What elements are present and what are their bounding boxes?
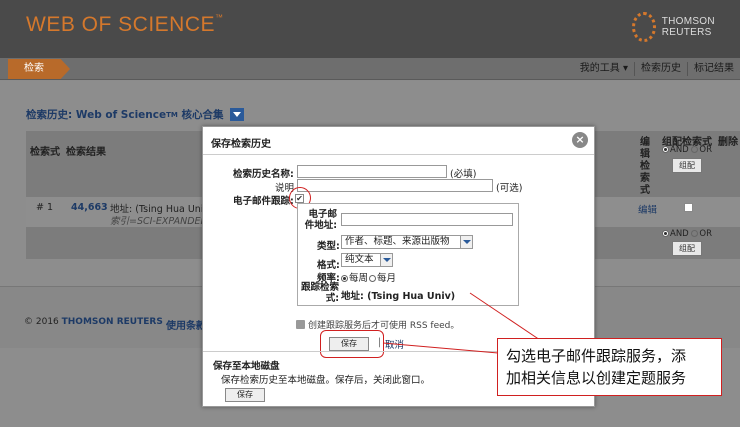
local-save-desc: 保存检索历史至本地磁盘。保存后，关闭此窗口。 — [221, 375, 431, 386]
chevron-down-icon — [380, 254, 392, 266]
monthly-radio[interactable] — [369, 275, 377, 282]
combine-and-or[interactable]: AND OR — [662, 145, 712, 155]
type-label: 类型: — [317, 241, 340, 252]
title-prefix: 检索历史: — [26, 109, 73, 121]
required-hint: (必填) — [450, 169, 477, 180]
combine-button-bottom[interactable]: 组配 — [672, 241, 702, 256]
top-header: WEB OF SCIENCE™ THOMSON REUTERS — [0, 0, 740, 58]
description-input[interactable] — [297, 179, 493, 192]
callout-text-1: 勾选电子邮件跟踪服务，添 — [506, 347, 687, 365]
weekly-radio[interactable] — [341, 275, 348, 282]
row-set: # 1 — [36, 202, 54, 213]
or-label-bottom: OR — [699, 229, 713, 239]
chevron-down-icon — [460, 236, 472, 248]
and-label-bottom: AND — [670, 229, 689, 239]
close-icon[interactable]: × — [572, 132, 588, 148]
history-name-input[interactable] — [297, 165, 447, 178]
separator: | — [378, 337, 382, 348]
format-label: 格式: — [317, 260, 340, 271]
rss-icon — [296, 320, 305, 329]
footer-copyright: © 2016 THOMSON REUTERS — [24, 317, 163, 327]
database-dropdown-button[interactable] — [229, 108, 244, 121]
thomson-reuters-brand: THOMSON REUTERS — [632, 12, 740, 42]
format-value: 纯文本 — [345, 254, 374, 265]
row-index: 索引=SCI-EXPANDED — [110, 216, 208, 227]
alert-query-text: 地址: (Tsing Hua Univ) — [341, 291, 456, 302]
col-results: 检索结果 — [66, 147, 106, 158]
weekly-label: 每周 — [349, 273, 369, 284]
row-combine-checkbox[interactable] — [684, 203, 693, 212]
local-save-button[interactable]: 保存 — [225, 388, 265, 402]
dialog-title: 保存检索历史 — [211, 139, 271, 150]
title-suffix: 核心合集 — [181, 109, 224, 121]
tab-search[interactable]: 检索 — [8, 59, 70, 79]
divider — [203, 154, 594, 155]
title-db: Web of Science — [75, 108, 167, 121]
search-history-link[interactable]: 检索历史 — [634, 62, 687, 76]
alert-query-value: 地址: (Tsing Hua Univ) — [341, 288, 455, 302]
marked-list-link[interactable]: 标记结果 — [687, 62, 740, 76]
frequency-options[interactable]: 每周 每月 — [341, 270, 396, 284]
local-save-title: 保存至本地磁盘 — [213, 361, 280, 372]
nav-right-menu: 我的工具 ▾ 检索历史 标记结果 — [574, 58, 740, 80]
col-edit: 编辑检索式 — [640, 137, 650, 196]
combine-button[interactable]: 组配 — [672, 158, 702, 173]
history-name-label: 检索历史名称: — [233, 169, 294, 180]
callout-text-2: 加相关信息以创建定题服务 — [506, 369, 687, 387]
optional-hint: (可选) — [496, 183, 523, 194]
monthly-label: 每月 — [377, 273, 397, 284]
email-address-label: 电子邮件地址: — [304, 209, 337, 231]
combine-and-or-bottom[interactable]: AND OR — [662, 229, 712, 239]
terms-link[interactable]: 使用条款 — [166, 317, 206, 332]
nav-bar: 检索 我的工具 ▾ 检索历史 标记结果 — [0, 58, 740, 80]
alert-query-label: 跟踪检索式: — [300, 282, 339, 304]
and-radio[interactable] — [662, 146, 669, 153]
footer-brand: THOMSON REUTERS — [61, 317, 163, 327]
email-alert-label: 电子邮件跟踪: — [233, 196, 294, 207]
or-radio[interactable] — [691, 146, 699, 153]
format-select[interactable]: 纯文本 — [341, 253, 393, 267]
my-tools-menu[interactable]: 我的工具 ▾ — [574, 62, 634, 76]
and-label: AND — [670, 145, 689, 155]
col-set: 检索式 — [30, 147, 60, 158]
copyright-text: © 2016 — [24, 317, 59, 327]
or-radio-bottom[interactable] — [691, 230, 699, 237]
cancel-link[interactable]: 取消 — [385, 337, 404, 351]
annotation-callout: 勾选电子邮件跟踪服务，添 加相关信息以创建定题服务 — [497, 338, 722, 396]
col-delete: 删除 — [718, 137, 738, 148]
web-of-science-logo[interactable]: WEB OF SCIENCE™ — [26, 13, 224, 37]
thomson-reuters-logo-icon — [632, 12, 656, 42]
row-results-link[interactable]: 44,663 — [71, 202, 108, 213]
row-edit-link[interactable]: 编辑 — [638, 202, 657, 216]
type-value: 作者、标题、来源出版物 — [345, 236, 450, 247]
title-tm: TM — [166, 110, 178, 119]
or-label: OR — [699, 145, 713, 155]
save-highlight — [320, 330, 384, 358]
page-title: 检索历史: Web of Science TM 核心合集 — [26, 107, 244, 122]
and-radio-bottom[interactable] — [662, 230, 669, 237]
brand-text: THOMSON REUTERS — [661, 16, 715, 38]
type-select[interactable]: 作者、标题、来源出版物 — [341, 235, 473, 249]
email-address-input[interactable] — [341, 213, 513, 226]
